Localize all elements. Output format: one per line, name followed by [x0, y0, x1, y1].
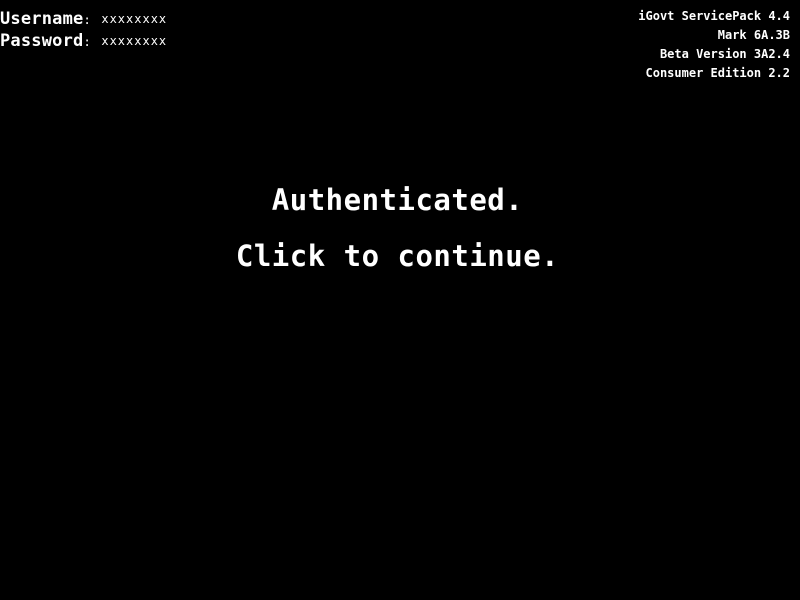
password-value: xxxxxxxx	[101, 34, 168, 48]
version-line-edition: Consumer Edition 2.2	[645, 66, 791, 80]
version-info: iGovt ServicePack 4.4 Mark 6A.3B Beta Ve…	[638, 7, 790, 83]
password-label: Password	[0, 31, 84, 51]
username-label: Username	[0, 9, 84, 29]
continue-link[interactable]: Click to continue.	[236, 228, 559, 284]
credentials-panel: Username: xxxxxxxx Password: xxxxxxxx	[0, 9, 167, 53]
username-row: Username: xxxxxxxx	[0, 9, 167, 31]
password-separator: :	[83, 35, 91, 49]
username-separator: :	[83, 13, 91, 27]
click-to-continue-prompt[interactable]: Click to continue.	[0, 228, 795, 284]
version-line-service-pack: iGovt ServicePack 4.4	[638, 9, 790, 23]
password-row: Password: xxxxxxxx	[0, 31, 167, 53]
auth-message[interactable]: Authenticated. Click to continue.	[0, 172, 795, 284]
username-value: xxxxxxxx	[101, 12, 168, 26]
version-line-beta-version: Beta Version 3A2.4	[659, 47, 790, 61]
authenticated-status: Authenticated.	[271, 183, 524, 217]
login-screen[interactable]: Username: xxxxxxxx Password: xxxxxxxx iG…	[0, 0, 800, 600]
version-line-mark: Mark 6A.3B	[717, 28, 790, 42]
